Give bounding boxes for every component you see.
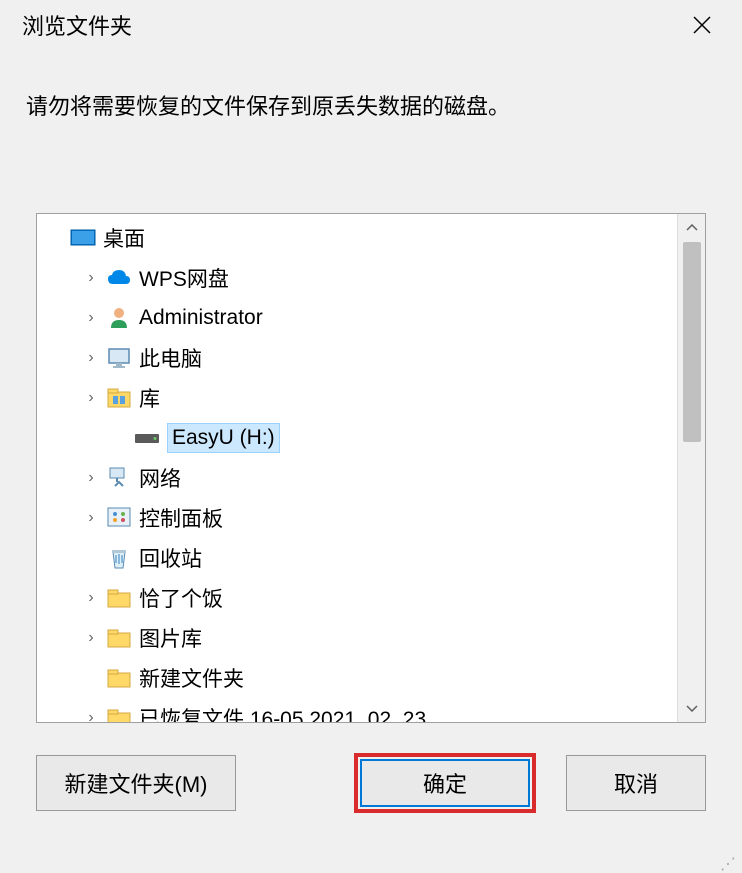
tree-item-label: 回收站 (139, 543, 202, 573)
network-icon (105, 464, 133, 492)
tree-item-label: 已恢复文件 16-05 2021_02_23 (139, 703, 426, 722)
cloud-icon (105, 264, 133, 292)
tree-item-wps[interactable]: › WPS网盘 (37, 258, 677, 298)
folder-icon (105, 704, 133, 722)
scrollbar[interactable] (677, 214, 705, 722)
tree-item-label: 网络 (139, 463, 181, 493)
drive-icon (133, 424, 161, 452)
titlebar: 浏览文件夹 (0, 0, 742, 50)
scroll-track[interactable] (678, 242, 706, 694)
tree-item-label: 此电脑 (139, 343, 202, 373)
tree-item-folder-2[interactable]: › 图片库 (37, 618, 677, 658)
tree-item-folder-4[interactable]: › 已恢复文件 16-05 2021_02_23 (37, 698, 677, 722)
expand-icon[interactable]: › (81, 709, 101, 722)
cancel-button[interactable]: 取消 (566, 755, 706, 811)
tree-item-label: Administrator (139, 306, 263, 330)
tree-item-network[interactable]: › 网络 (37, 458, 677, 498)
tree-item-label: 桌面 (103, 223, 145, 253)
ok-button[interactable]: 确定 (360, 759, 530, 807)
expand-icon[interactable]: › (81, 469, 101, 487)
resize-grip-icon[interactable]: ⋰ (720, 862, 738, 868)
tree-item-label: 库 (139, 383, 160, 413)
instruction-text: 请勿将需要恢复的文件保存到原丢失数据的磁盘。 (0, 50, 742, 143)
user-icon (105, 304, 133, 332)
expand-icon[interactable]: › (81, 589, 101, 607)
folder-tree: 桌面 › WPS网盘 › Administrator › 此电脑 › 库 (36, 213, 706, 723)
tree-item-easyu-drive[interactable]: EasyU (H:) (37, 418, 677, 458)
browse-folder-dialog: 浏览文件夹 请勿将需要恢复的文件保存到原丢失数据的磁盘。 桌面 › WPS网盘 … (0, 0, 742, 872)
recycle-bin-icon (105, 544, 133, 572)
expand-icon[interactable]: › (81, 349, 101, 367)
close-icon (692, 15, 712, 35)
folder-icon (105, 584, 133, 612)
scroll-down-button[interactable] (678, 694, 706, 722)
expand-icon[interactable]: › (81, 629, 101, 647)
expand-icon[interactable]: › (81, 509, 101, 527)
tree-item-label: 图片库 (139, 623, 202, 653)
expand-icon[interactable]: › (81, 269, 101, 287)
button-row: 新建文件夹(M) 确定 取消 (0, 723, 742, 843)
tree-item-label: 控制面板 (139, 503, 223, 533)
chevron-down-icon (686, 704, 698, 712)
tree-item-label: 新建文件夹 (139, 663, 244, 693)
tree-item-label: WPS网盘 (139, 263, 229, 293)
tree-item-label: 恰了个饭 (139, 583, 223, 613)
tree-list[interactable]: 桌面 › WPS网盘 › Administrator › 此电脑 › 库 (37, 214, 677, 722)
new-folder-button[interactable]: 新建文件夹(M) (36, 755, 236, 811)
desktop-icon (69, 224, 97, 252)
tree-item-folder-3[interactable]: 新建文件夹 (37, 658, 677, 698)
tree-item-recycle-bin[interactable]: 回收站 (37, 538, 677, 578)
folder-icon (105, 624, 133, 652)
tree-item-control-panel[interactable]: › 控制面板 (37, 498, 677, 538)
scroll-thumb[interactable] (683, 242, 701, 442)
tree-item-administrator[interactable]: › Administrator (37, 298, 677, 338)
pc-icon (105, 344, 133, 372)
tree-item-libraries[interactable]: › 库 (37, 378, 677, 418)
scroll-up-button[interactable] (678, 214, 706, 242)
ok-button-highlight: 确定 (354, 753, 536, 813)
tree-item-label: EasyU (H:) (172, 426, 275, 450)
expand-icon[interactable]: › (81, 309, 101, 327)
dialog-title: 浏览文件夹 (22, 9, 132, 41)
library-icon (105, 384, 133, 412)
tree-item-this-pc[interactable]: › 此电脑 (37, 338, 677, 378)
tree-item-folder-1[interactable]: › 恰了个饭 (37, 578, 677, 618)
folder-icon (105, 664, 133, 692)
tree-item-desktop[interactable]: 桌面 (37, 218, 677, 258)
expand-icon[interactable]: › (81, 389, 101, 407)
control-panel-icon (105, 504, 133, 532)
close-button[interactable] (680, 7, 724, 43)
chevron-up-icon (686, 224, 698, 232)
